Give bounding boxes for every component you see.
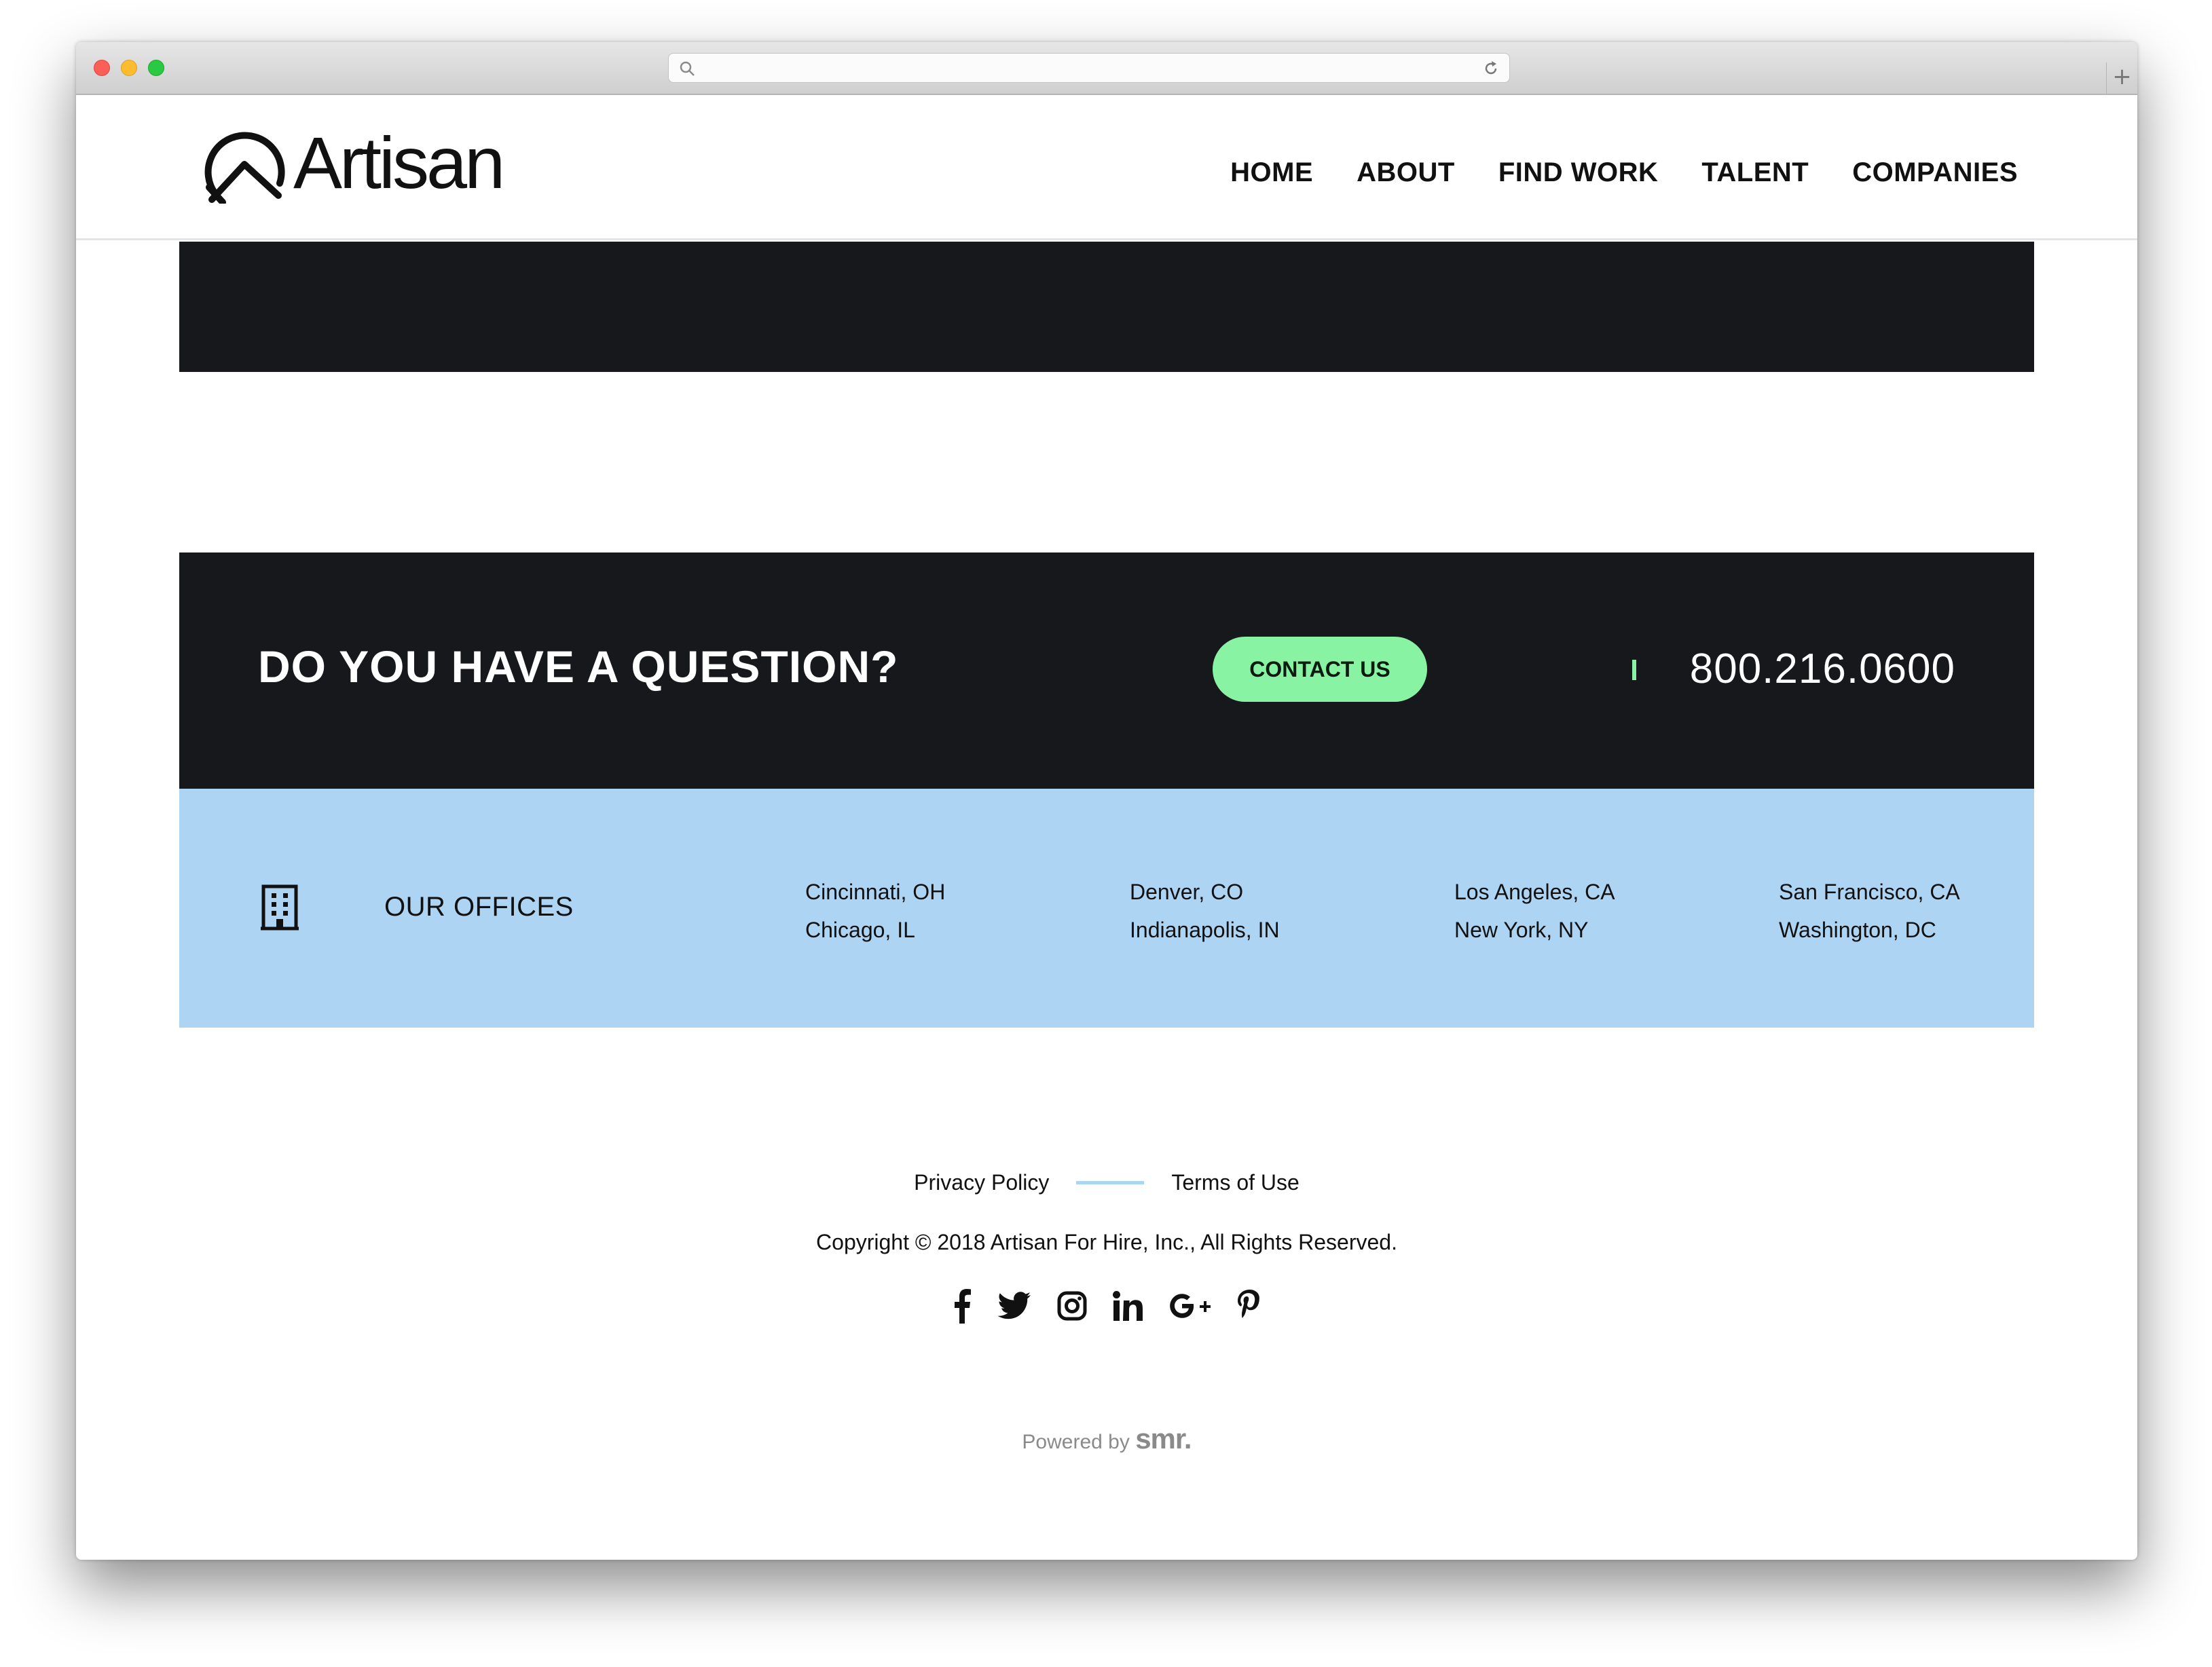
- office-column: San Francisco, CA Washington, DC: [1779, 873, 1960, 949]
- pinterest-icon[interactable]: [1236, 1287, 1262, 1325]
- offices-section: OUR OFFICES Cincinnati, OH Chicago, IL D…: [179, 789, 2034, 1028]
- question-banner: DO YOU HAVE A QUESTION? CONTACT US 800.2…: [179, 552, 2034, 789]
- minimize-window-button[interactable]: [121, 60, 137, 76]
- office-location: Indianapolis, IN: [1130, 918, 1280, 942]
- banner-divider: [1632, 660, 1636, 680]
- nav-companies[interactable]: COMPANIES: [1852, 157, 2018, 188]
- terms-of-use-link[interactable]: Terms of Use: [1171, 1170, 1299, 1195]
- nav-find-work[interactable]: FIND WORK: [1498, 157, 1659, 188]
- office-location: New York, NY: [1454, 918, 1589, 942]
- address-bar[interactable]: [668, 53, 1510, 83]
- office-column: Denver, CO Indianapolis, IN: [1130, 873, 1280, 949]
- new-tab-button[interactable]: +: [2106, 62, 2137, 94]
- office-location: Chicago, IL: [805, 918, 915, 942]
- footer-link-divider: [1076, 1181, 1145, 1184]
- artisan-logo-mark-icon: [204, 132, 285, 204]
- site-logo[interactable]: Artisan: [204, 121, 505, 204]
- building-icon: [261, 884, 299, 931]
- google-plus-icon[interactable]: [1170, 1287, 1211, 1325]
- copyright-text: Copyright © 2018 Artisan For Hire, Inc.,…: [816, 1230, 1397, 1254]
- browser-window: + Artisan HOME ABOUT FIND WORK TALENT CO…: [76, 42, 2137, 1560]
- dark-banner-strip: [179, 242, 2034, 372]
- office-column: Cincinnati, OH Chicago, IL: [805, 873, 945, 949]
- offices-heading: OUR OFFICES: [384, 892, 574, 922]
- reload-icon[interactable]: [1482, 60, 1500, 77]
- social-links: [76, 1287, 2137, 1325]
- facebook-icon[interactable]: [951, 1287, 972, 1325]
- twitter-icon[interactable]: [997, 1287, 1031, 1325]
- nav-home[interactable]: HOME: [1230, 157, 1313, 188]
- nav-talent[interactable]: TALENT: [1701, 157, 1809, 188]
- search-icon: [680, 61, 695, 76]
- powered-by: Powered by smr.: [76, 1423, 2137, 1455]
- office-location: Cincinnati, OH: [805, 880, 946, 904]
- footer-links: Privacy Policy Terms of Use: [76, 1170, 2137, 1195]
- browser-titlebar: +: [76, 42, 2137, 95]
- powered-by-prefix: Powered by: [1022, 1431, 1130, 1453]
- phone-number-link[interactable]: 800.216.0600: [1690, 645, 1955, 693]
- office-location: San Francisco, CA: [1779, 880, 1960, 904]
- office-location: Washington, DC: [1779, 918, 1936, 942]
- office-location: Los Angeles, CA: [1454, 880, 1615, 904]
- linkedin-icon[interactable]: [1113, 1287, 1144, 1325]
- contact-us-button[interactable]: CONTACT US: [1213, 637, 1427, 702]
- office-location: Denver, CO: [1130, 880, 1244, 904]
- site-logo-text: Artisan: [293, 121, 505, 204]
- main-nav: HOME ABOUT FIND WORK TALENT COMPANIES: [1230, 157, 2018, 188]
- smr-brand-link[interactable]: smr.: [1135, 1423, 1192, 1455]
- nav-about[interactable]: ABOUT: [1357, 157, 1455, 188]
- site-header: Artisan HOME ABOUT FIND WORK TALENT COMP…: [76, 95, 2137, 240]
- question-heading: DO YOU HAVE A QUESTION?: [258, 641, 899, 692]
- instagram-icon[interactable]: [1057, 1287, 1087, 1325]
- privacy-policy-link[interactable]: Privacy Policy: [914, 1170, 1049, 1195]
- maximize-window-button[interactable]: [148, 60, 164, 76]
- office-column: Los Angeles, CA New York, NY: [1454, 873, 1615, 949]
- page-content: Artisan HOME ABOUT FIND WORK TALENT COMP…: [76, 95, 2137, 1560]
- close-window-button[interactable]: [94, 60, 110, 76]
